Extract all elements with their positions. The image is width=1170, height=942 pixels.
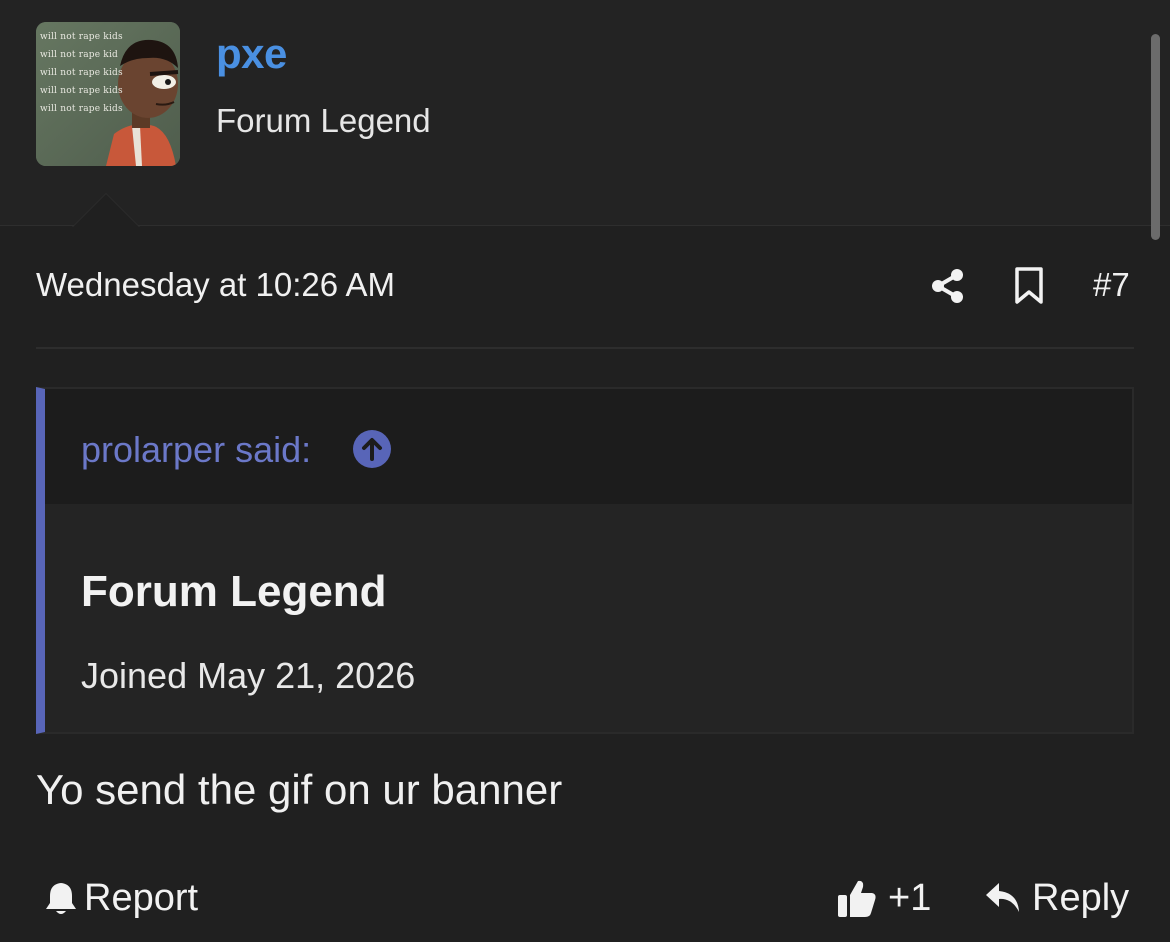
quote-header: prolarper said: [45,389,1132,504]
quote-author[interactable]: prolarper said: [81,429,311,471]
post-number[interactable]: #7 [1093,266,1130,304]
user-title: Forum Legend [216,102,431,139]
avatar[interactable]: will not rape kids will not rape kid wil… [36,22,180,166]
user-block-pointer [72,193,140,227]
report-label: Report [84,876,199,919]
quote-heading: Forum Legend [81,567,387,616]
reply-button[interactable]: Reply [984,874,1129,922]
arrow-up-circle-icon[interactable] [352,429,392,469]
user-block: will not rape kids will not rape kid wil… [0,0,1170,226]
post-body: Yo send the gif on ur banner [36,766,563,813]
divider [36,347,1134,349]
bookmark-icon[interactable] [1012,266,1046,306]
quote-joined-text: Joined May 21, 2026 [81,655,416,696]
post-date[interactable]: Wednesday at 10:26 AM [36,266,395,304]
report-button[interactable]: Report [44,874,198,922]
share-icon[interactable] [930,268,966,304]
avatar-board-text: will not rape kids will not rape kid wil… [40,32,123,114]
username[interactable]: pxe [216,30,287,78]
bell-icon [44,880,78,916]
like-button[interactable]: +1 [836,874,931,922]
thumbs-up-icon [836,877,878,919]
scrollbar[interactable] [1151,34,1160,240]
like-count: +1 [888,876,932,919]
reply-arrow-icon [984,881,1022,915]
reply-label: Reply [1032,876,1130,919]
quote-block: prolarper said: Forum Legend Joined May … [36,387,1134,734]
